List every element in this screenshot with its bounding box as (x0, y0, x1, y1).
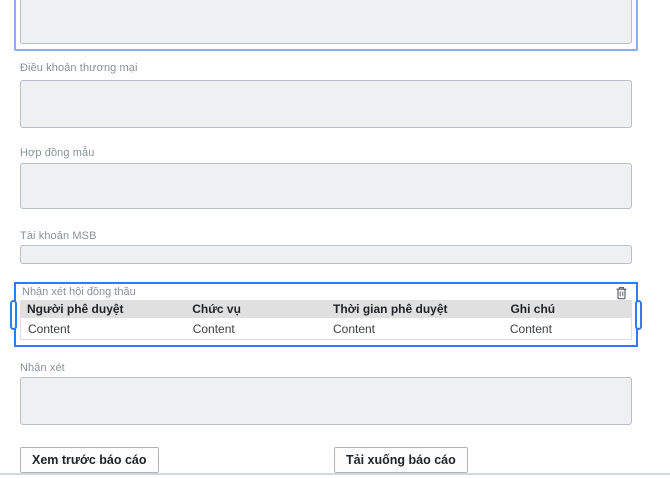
comments-textarea[interactable] (20, 377, 632, 425)
sample-contract-label: Hợp đồng mẫu (20, 147, 94, 159)
cell-approver: Content (21, 322, 186, 336)
download-report-button[interactable]: Tải xuống báo cáo (334, 447, 468, 473)
widget-committee-comments-selected[interactable]: Nhận xét hội đồng thầu Người phê duyệt C… (14, 282, 638, 347)
table-row: Content Content Content Content (20, 318, 632, 340)
cell-position: Content (186, 322, 326, 336)
top-textarea[interactable] (20, 0, 632, 44)
approval-table-header: Người phê duyệt Chức vụ Thời gian phê du… (20, 300, 632, 318)
column-header-approver: Người phê duyệt (20, 302, 185, 316)
msb-account-label: Tài khoản MSB (20, 230, 97, 242)
cell-approval-time: Content (326, 322, 503, 336)
resize-handle-right[interactable] (635, 300, 642, 330)
bottom-divider (0, 473, 670, 475)
report-form-page: Điều khoản thương mại Hợp đồng mẫu Tài k… (0, 0, 670, 478)
msb-account-input[interactable] (20, 245, 632, 264)
column-header-position: Chức vụ (185, 302, 326, 316)
cell-note: Content (503, 322, 631, 336)
delete-widget-button[interactable] (614, 286, 628, 300)
commercial-terms-textarea[interactable] (20, 80, 632, 128)
commercial-terms-label: Điều khoản thương mại (20, 62, 138, 74)
preview-report-button[interactable]: Xem trước báo cáo (20, 447, 159, 473)
committee-comments-label: Nhận xét hội đồng thầu (22, 286, 136, 298)
sample-contract-textarea[interactable] (20, 163, 632, 209)
approval-table: Người phê duyệt Chức vụ Thời gian phê du… (20, 300, 632, 340)
resize-handle-left[interactable] (10, 300, 17, 330)
comments-label: Nhận xét (20, 362, 65, 374)
widget-top-textarea-selected[interactable] (14, 0, 638, 51)
column-header-approval-time: Thời gian phê duyệt (326, 302, 503, 316)
column-header-note: Ghi chú (503, 302, 632, 316)
